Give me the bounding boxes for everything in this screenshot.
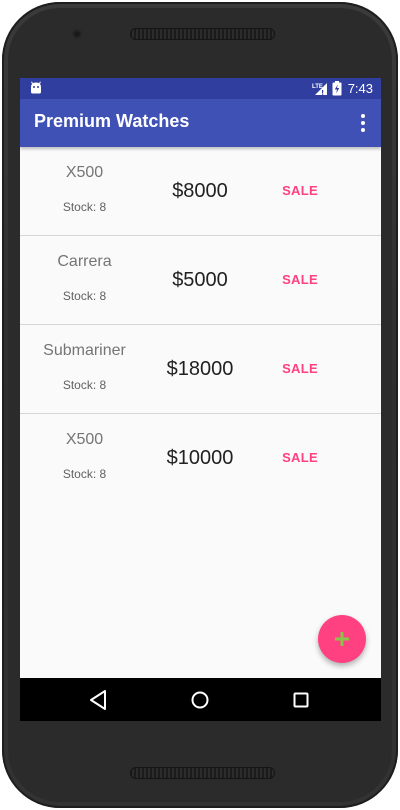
product-list: X500 Stock: 8 $8000 SALE Carrera Stock: …: [20, 147, 381, 502]
phone-frame: LTE 7:43 Premium Watches X500 Stock: 8 $…: [2, 2, 398, 808]
product-price: $8000: [172, 180, 228, 202]
recents-icon[interactable]: [287, 686, 315, 714]
android-icon: [31, 81, 41, 94]
add-icon: [335, 632, 349, 646]
add-product-button[interactable]: [318, 615, 366, 663]
battery-charging-icon: [332, 81, 342, 96]
sale-button[interactable]: SALE: [270, 450, 330, 465]
product-name: Submariner: [43, 342, 126, 359]
product-name: Carrera: [57, 253, 112, 270]
front-camera: [72, 29, 82, 39]
app-bar: Premium Watches: [20, 99, 381, 147]
bottom-speaker-grille: [130, 767, 275, 779]
home-icon[interactable]: [186, 686, 214, 714]
product-row[interactable]: X500 Stock: 8 $10000 SALE: [20, 414, 381, 502]
app-screen: LTE 7:43 Premium Watches X500 Stock: 8 $…: [20, 78, 381, 721]
sale-button[interactable]: SALE: [270, 272, 330, 287]
lte-signal-icon: LTE: [312, 82, 327, 95]
product-stock: Stock: 8: [62, 378, 107, 392]
back-icon[interactable]: [85, 686, 113, 714]
status-time: 7:43: [347, 81, 373, 96]
product-row[interactable]: X500 Stock: 8 $8000 SALE: [20, 147, 381, 236]
product-name: X500: [65, 164, 104, 181]
product-stock: Stock: 8: [62, 200, 107, 214]
product-price: $18000: [166, 358, 234, 380]
product-price: $5000: [172, 269, 228, 291]
top-speaker-grille: [130, 28, 275, 40]
product-row[interactable]: Submariner Stock: 8 $18000 SALE: [20, 325, 381, 414]
product-stock: Stock: 8: [62, 289, 107, 303]
product-stock: Stock: 8: [62, 467, 107, 481]
product-name: X500: [65, 431, 104, 448]
product-price: $10000: [166, 447, 234, 469]
navigation-bar: [20, 678, 381, 721]
app-title: Premium Watches: [34, 111, 190, 131]
sale-button[interactable]: SALE: [270, 183, 330, 198]
sale-button[interactable]: SALE: [270, 361, 330, 376]
more-vert-icon[interactable]: [353, 111, 373, 135]
product-row[interactable]: Carrera Stock: 8 $5000 SALE: [20, 236, 381, 325]
status-bar: LTE 7:43: [20, 78, 381, 99]
